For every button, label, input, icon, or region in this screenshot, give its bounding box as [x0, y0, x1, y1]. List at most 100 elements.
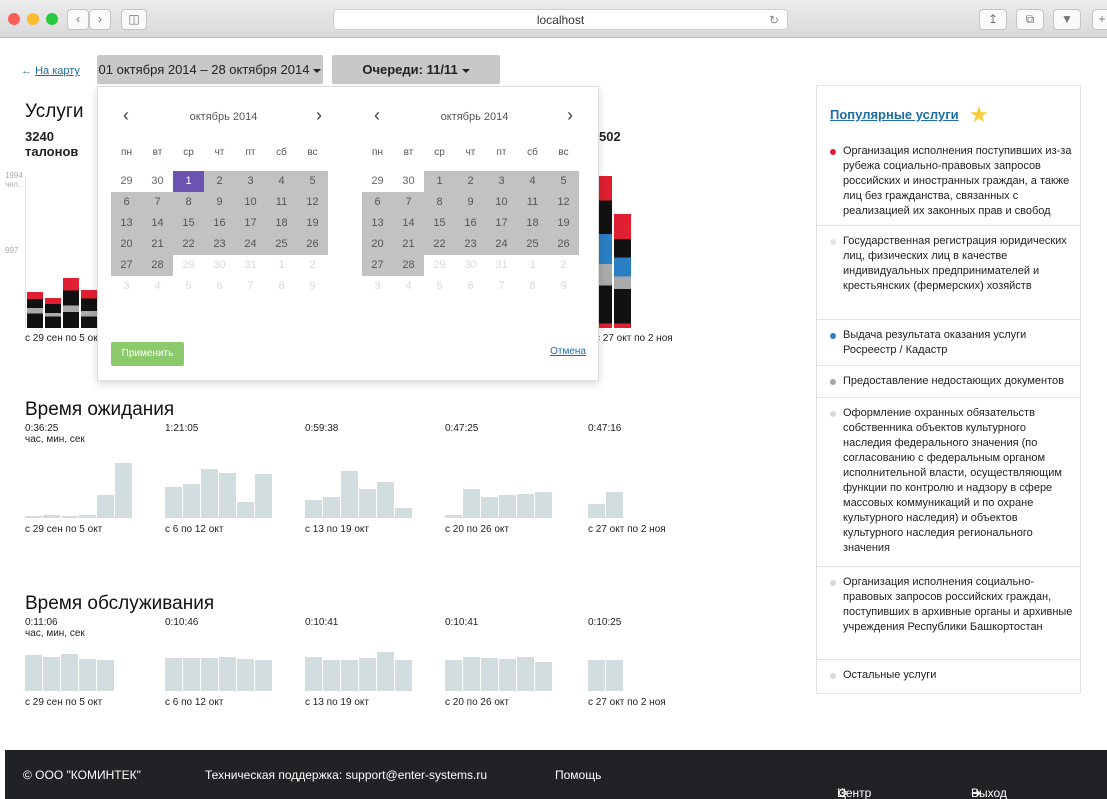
day-cell[interactable]: 7 — [142, 192, 173, 213]
day-cell[interactable]: 3 — [486, 171, 517, 192]
day-cell[interactable]: 22 — [173, 234, 204, 255]
day-cell[interactable]: 18 — [266, 213, 297, 234]
popular-service-item[interactable]: Государственная регистрация юридических … — [817, 225, 1080, 319]
day-cell[interactable]: 7 — [393, 192, 424, 213]
day-cell[interactable]: 5 — [424, 276, 455, 297]
day-cell[interactable]: 11 — [517, 192, 548, 213]
day-cell[interactable]: 4 — [517, 171, 548, 192]
day-cell[interactable]: 29 — [111, 171, 142, 192]
day-cell[interactable]: 4 — [266, 171, 297, 192]
day-cell[interactable]: 13 — [111, 213, 142, 234]
day-cell[interactable]: 17 — [235, 213, 266, 234]
popular-service-item[interactable]: Предоставление недостающих документов — [817, 365, 1080, 397]
day-cell[interactable]: 4 — [393, 276, 424, 297]
day-cell[interactable]: 1 — [424, 171, 455, 192]
day-cell[interactable]: 2 — [548, 255, 579, 276]
day-cell[interactable]: 28 — [142, 255, 173, 276]
day-cell[interactable]: 31 — [486, 255, 517, 276]
day-cell[interactable]: 8 — [517, 276, 548, 297]
day-cell[interactable]: 20 — [362, 234, 393, 255]
day-cell[interactable]: 23 — [455, 234, 486, 255]
apply-button[interactable]: Применить — [111, 342, 184, 366]
day-cell[interactable]: 30 — [455, 255, 486, 276]
queues-dropdown[interactable]: Очереди: 11/11 — [332, 55, 500, 84]
next-month-icon[interactable]: › — [316, 105, 322, 126]
back-icon[interactable]: ‹ — [67, 9, 89, 30]
day-cell[interactable]: 12 — [297, 192, 328, 213]
new-tab-icon[interactable]: + — [1092, 9, 1107, 30]
day-cell[interactable]: 29 — [424, 255, 455, 276]
day-cell[interactable]: 8 — [424, 192, 455, 213]
day-cell[interactable]: 4 — [142, 276, 173, 297]
download-icon[interactable]: ▼ — [1053, 9, 1081, 30]
date-range-dropdown[interactable]: 01 октября 2014 – 28 октября 2014 — [97, 55, 323, 84]
day-cell[interactable]: 10 — [486, 192, 517, 213]
day-cell[interactable]: 24 — [486, 234, 517, 255]
day-cell[interactable]: 21 — [142, 234, 173, 255]
day-cell[interactable]: 28 — [393, 255, 424, 276]
day-cell[interactable]: 7 — [486, 276, 517, 297]
zoom-window-button[interactable] — [46, 13, 58, 25]
day-cell[interactable]: 19 — [548, 213, 579, 234]
day-cell[interactable]: 3 — [111, 276, 142, 297]
day-cell[interactable]: 2 — [204, 171, 235, 192]
day-cell[interactable]: 27 — [362, 255, 393, 276]
popular-service-item[interactable]: Оформление охранных обязательств собстве… — [817, 397, 1080, 566]
day-cell[interactable]: 11 — [266, 192, 297, 213]
day-cell[interactable]: 16 — [204, 213, 235, 234]
reload-icon[interactable]: ↻ — [769, 10, 779, 30]
help-link[interactable]: Помощь — [555, 768, 601, 782]
popular-service-item[interactable]: Организация исполнения поступивших из-за… — [817, 144, 1080, 225]
day-cell[interactable]: 17 — [486, 213, 517, 234]
day-cell[interactable]: 12 — [548, 192, 579, 213]
day-cell[interactable]: 23 — [204, 234, 235, 255]
forward-icon[interactable]: › — [89, 9, 111, 30]
cancel-link[interactable]: Отмена — [550, 346, 586, 357]
support-contact[interactable]: Техническая поддержка: support@enter-sys… — [205, 768, 487, 782]
day-cell[interactable]: 24 — [235, 234, 266, 255]
day-cell[interactable]: 10 — [235, 192, 266, 213]
day-cell[interactable]: 3 — [362, 276, 393, 297]
day-cell[interactable]: 2 — [297, 255, 328, 276]
minimize-window-button[interactable] — [27, 13, 39, 25]
next-month-icon[interactable]: › — [567, 105, 573, 126]
day-cell[interactable]: 25 — [266, 234, 297, 255]
day-cell[interactable]: 21 — [393, 234, 424, 255]
day-cell[interactable]: 6 — [362, 192, 393, 213]
day-cell[interactable]: 5 — [173, 276, 204, 297]
day-cell[interactable]: 30 — [142, 171, 173, 192]
day-cell[interactable]: 16 — [455, 213, 486, 234]
address-bar[interactable]: localhost ↻ — [333, 9, 788, 30]
day-cell[interactable]: 30 — [204, 255, 235, 276]
day-cell[interactable]: 8 — [173, 192, 204, 213]
day-cell[interactable]: 29 — [173, 255, 204, 276]
day-cell[interactable]: 6 — [111, 192, 142, 213]
day-cell[interactable]: 14 — [393, 213, 424, 234]
popular-service-item[interactable]: Остальные услуги — [817, 659, 1080, 695]
day-cell[interactable]: 22 — [424, 234, 455, 255]
day-cell[interactable]: 20 — [111, 234, 142, 255]
day-cell[interactable]: 14 — [142, 213, 173, 234]
day-cell[interactable]: 9 — [455, 192, 486, 213]
day-cell[interactable]: 6 — [455, 276, 486, 297]
popular-service-item[interactable]: Выдача результата оказания услуги Росрее… — [817, 319, 1080, 365]
day-cell[interactable]: 2 — [455, 171, 486, 192]
day-cell[interactable]: 1 — [266, 255, 297, 276]
day-cell[interactable]: 15 — [424, 213, 455, 234]
day-cell[interactable]: 9 — [297, 276, 328, 297]
day-cell[interactable]: 9 — [548, 276, 579, 297]
back-to-map-link[interactable]: ← На карту — [21, 65, 80, 77]
day-cell[interactable]: 5 — [548, 171, 579, 192]
day-cell[interactable]: 7 — [235, 276, 266, 297]
day-cell[interactable]: 18 — [517, 213, 548, 234]
popular-service-item[interactable]: Организация исполнения социально-правовы… — [817, 566, 1080, 659]
day-cell[interactable]: 1 — [517, 255, 548, 276]
popular-services-title[interactable]: Популярные услуги — [830, 107, 959, 122]
day-cell[interactable]: 1 — [173, 171, 204, 192]
day-cell[interactable]: 27 — [111, 255, 142, 276]
day-cell[interactable]: 9 — [204, 192, 235, 213]
day-cell[interactable]: 15 — [173, 213, 204, 234]
day-cell[interactable]: 29 — [362, 171, 393, 192]
close-window-button[interactable] — [8, 13, 20, 25]
day-cell[interactable]: 5 — [297, 171, 328, 192]
